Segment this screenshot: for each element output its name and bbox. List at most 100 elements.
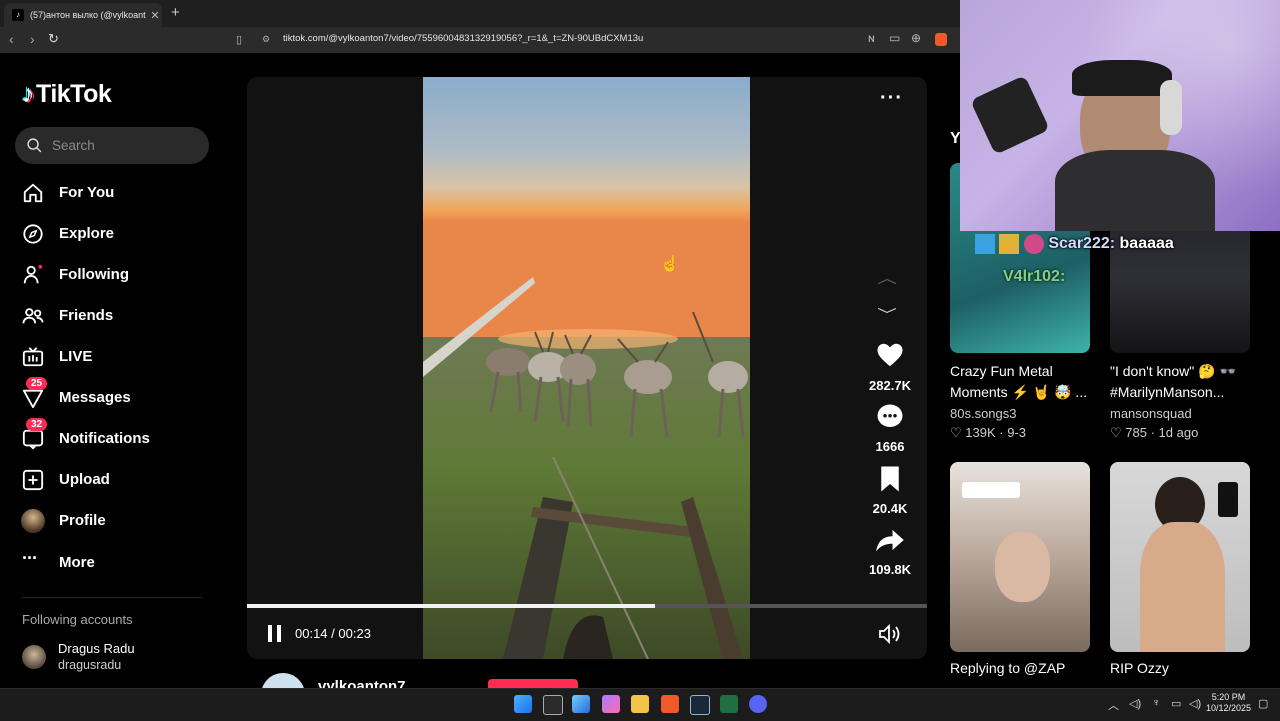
share-icon[interactable] [875,525,905,555]
video-card-author[interactable]: 80s.songs3 [950,406,1017,421]
live-tv-icon [22,347,44,367]
new-tab-button[interactable]: + [171,5,180,20]
heart-outline-icon: ♡ [1110,425,1122,440]
account-username[interactable]: dragusradu [58,658,121,672]
notifications-badge: 32 [26,418,48,431]
search-input[interactable]: Search [15,127,209,164]
chat-text: baaaaa [1119,235,1174,253]
copilot-icon[interactable] [602,695,620,713]
messages-icon [22,389,44,409]
avatar[interactable] [22,645,46,669]
reload-icon[interactable]: ↻ [48,32,59,46]
brave-browser-icon[interactable] [661,695,679,713]
nav-friends[interactable]: Friends [22,299,222,333]
nav-label: For You [59,184,115,201]
nav-messages[interactable]: 25 Messages [22,377,222,415]
zoom-icon[interactable]: ⊕ [911,31,921,45]
video-frame[interactable] [423,77,750,659]
microphone-tray-icon[interactable]: ♆ [1152,697,1160,709]
home-icon [23,183,43,203]
card-likes: 139K [965,425,996,440]
audio-icon[interactable]: ◁) [1129,697,1141,710]
reader-mode-icon[interactable]: ɴ [868,31,875,45]
nav-label: Friends [59,307,114,324]
nav-upload[interactable]: Upload [22,463,222,497]
video-card-title[interactable]: Replying to @ZAP [950,658,1100,679]
profile-avatar [21,509,45,533]
volume-icon[interactable] [878,623,902,645]
discord-icon[interactable] [749,695,767,713]
forward-icon[interactable]: › [30,32,35,46]
browser-tab[interactable]: ♪ (57)антон вылко (@vylkoant ✕ [4,3,162,27]
back-icon[interactable]: ‹ [9,32,14,46]
account-name[interactable]: Dragus Radu [58,641,135,656]
file-explorer-icon[interactable] [631,695,649,713]
logo-text: TikTok [36,80,112,108]
volume-tray-icon[interactable]: ◁) [1189,697,1201,710]
nav-profile[interactable]: Profile [21,504,222,538]
network-icon[interactable]: ▭ [1171,697,1181,710]
widgets-icon[interactable] [572,695,590,713]
steam-icon[interactable] [690,695,710,715]
upload-icon [22,469,44,491]
nav-label: Following [59,266,129,283]
time-current: 00:14 [295,626,328,641]
nav-label: Profile [59,512,106,529]
bookmark-icon[interactable]: ▯ [236,33,242,46]
excel-icon[interactable] [720,695,738,713]
windows-start-icon[interactable] [514,695,532,713]
phone-icon [1218,482,1238,517]
search-icon [27,138,42,153]
video-thumbnail[interactable] [950,462,1090,652]
comment-count: 1666 [875,439,905,454]
stream-chat-message-2: V4lr102: [1003,268,1065,286]
previous-video-icon[interactable]: ︿ [877,268,897,288]
next-video-icon[interactable]: ﹀ [877,305,897,325]
messages-badge: 25 [26,377,48,390]
video-card-author[interactable]: mansonsquad [1110,406,1192,421]
brave-shield-icon[interactable] [935,33,947,46]
nav-following[interactable]: Following [22,258,222,292]
pause-icon[interactable] [268,625,272,642]
notification-center-icon[interactable]: ▢ [1258,697,1268,710]
comment-icon[interactable] [875,402,905,432]
share-count: 109.8K [869,562,911,577]
taskbar-clock[interactable]: 5:20 PM 10/12/2025 [1206,692,1251,714]
chat-username: Scar222: [1048,235,1116,253]
video-time: 00:14 / 00:23 [295,626,371,641]
bookmark-save-icon[interactable] [875,464,905,494]
nav-more[interactable]: ··· More [22,546,222,580]
video-card-title[interactable]: RIP Ozzy [1110,658,1260,679]
nav-for-you[interactable]: For You [22,176,222,210]
tiktok-note-icon: ♪ [22,80,35,108]
save-count: 20.4K [872,501,908,516]
site-info-icon[interactable]: ⚙ [262,34,270,45]
more-options-icon[interactable]: ··· [880,88,903,108]
nav-notifications[interactable]: 32 Notifications [22,418,222,456]
pause-icon-bar[interactable] [277,625,281,642]
show-hidden-icons[interactable]: ︿ [1108,697,1119,713]
tiktok-logo[interactable]: ♪TikTok [22,80,112,109]
nav-explore[interactable]: Explore [22,217,222,251]
emote-icon [1023,234,1044,254]
heart-outline-icon: ♡ [950,425,962,440]
task-view-icon[interactable] [543,695,563,715]
url-field[interactable]: tiktok.com/@vylkoanton7/video/7559600483… [283,33,643,44]
screen-cast-icon[interactable]: ▭ [889,31,900,45]
card-date: 1d ago [1158,425,1199,440]
nav-label: Upload [59,471,110,488]
nav-live[interactable]: LIVE [22,340,222,374]
video-thumbnail[interactable] [1110,462,1250,652]
video-card-title[interactable]: "I don't know" 🤔 👓 #MarilynManson... [1110,361,1260,403]
search-placeholder: Search [52,138,95,153]
like-count: 282.7K [869,378,911,393]
compass-icon [23,224,43,244]
close-tab-icon[interactable]: ✕ [148,9,162,22]
tab-title: (57)антон вылко (@vylkoant [30,10,146,20]
more-icon: ··· [22,548,38,568]
nav-label: Messages [59,389,131,406]
video-card-title[interactable]: Crazy Fun Metal Moments ⚡ 🤘 🤯 ... [950,361,1100,403]
headphones-icon [1160,80,1182,135]
chat-username: V4lr102: [1003,268,1066,285]
like-heart-icon[interactable] [875,340,905,370]
